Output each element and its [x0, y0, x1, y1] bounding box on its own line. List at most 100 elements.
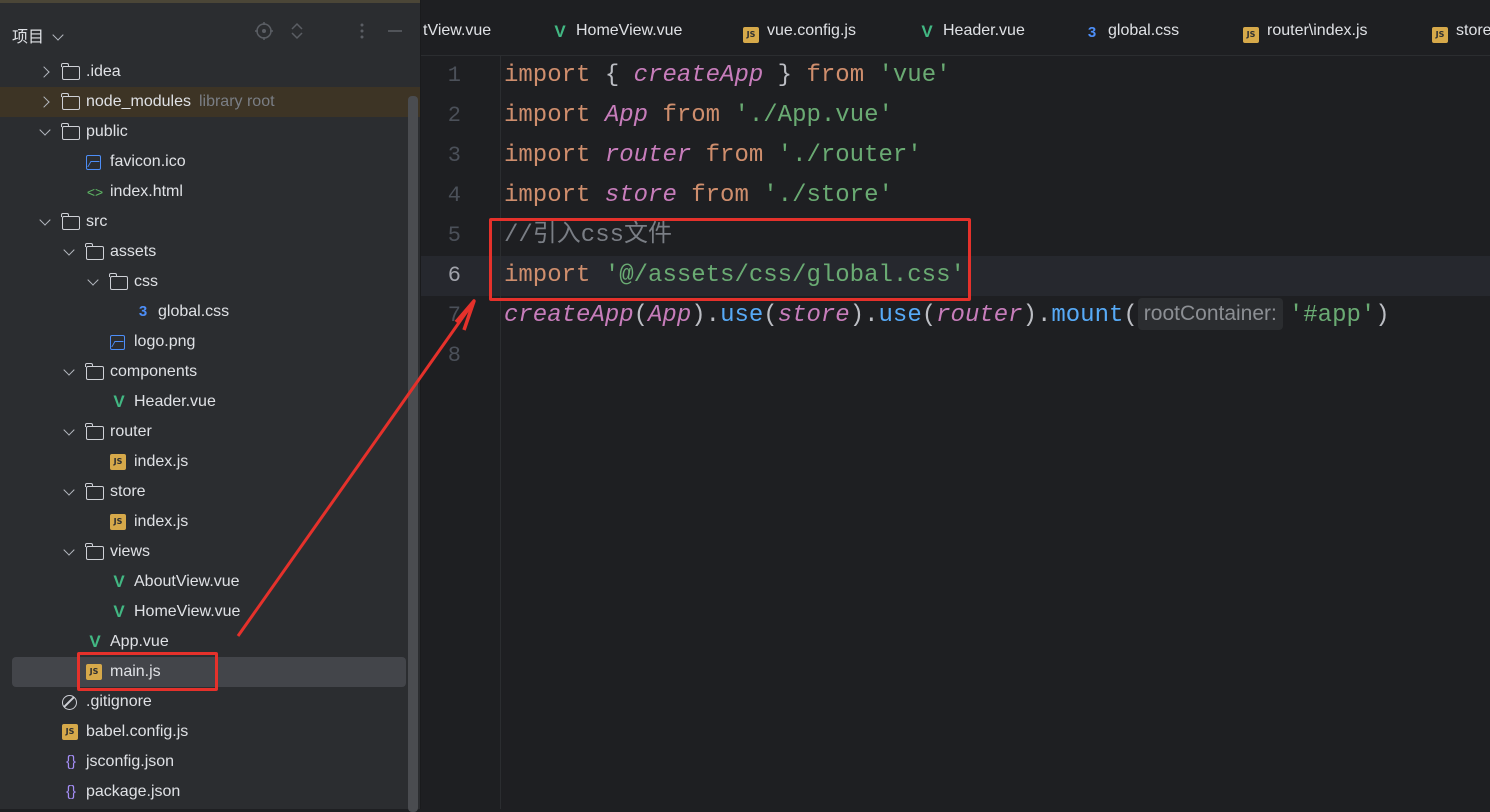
tree-folder-row[interactable]: public — [0, 117, 421, 147]
html-file-icon: <> — [86, 184, 104, 200]
tree-folder-row[interactable]: .idea — [0, 57, 421, 87]
editor-tab[interactable]: 3 global.css — [1084, 3, 1179, 55]
tree-folder-row[interactable]: views — [0, 537, 421, 567]
folder-icon — [85, 363, 104, 380]
code-line[interactable]: import store from './store' — [504, 176, 893, 216]
tree-item-text: index.html — [110, 177, 183, 207]
editor-tab[interactable]: tView.vue — [423, 3, 491, 55]
more-options-icon[interactable] — [352, 21, 372, 41]
tree-file-row[interactable]: logo.png — [0, 327, 421, 357]
js-file-icon: JS — [110, 514, 126, 530]
tree-item-label: components — [110, 363, 198, 380]
folder-icon — [85, 423, 104, 440]
tree-file-row[interactable]: .gitignore — [0, 687, 421, 717]
editor-tab-bar: tView.vue V HomeView.vue JS vue.config.js V He… — [421, 3, 1490, 56]
tree-file-row[interactable]: V Header.vue — [0, 387, 421, 417]
project-tree: .idea node_modules library root public favic… — [0, 57, 421, 807]
folder-icon — [85, 543, 104, 560]
chevron-down-icon[interactable] — [38, 207, 52, 237]
chevron-down-icon[interactable] — [62, 537, 76, 567]
code-token: mount — [1051, 302, 1124, 329]
tree-file-row[interactable]: V AboutView.vue — [0, 567, 421, 597]
tree-folder-row[interactable]: node_modules library root — [0, 87, 421, 117]
tree-item-label: package.json — [86, 783, 181, 800]
code-token: use — [720, 302, 764, 329]
code-token: ( — [763, 302, 778, 329]
tab-label: vue.config.js — [767, 22, 856, 39]
image-file-icon — [86, 155, 101, 170]
code-token: ). — [691, 302, 721, 329]
vue-file-icon: V — [89, 632, 101, 651]
tree-file-row[interactable]: {} package.json — [0, 777, 421, 807]
tree-item-label: logo.png — [134, 333, 196, 350]
chevron-down-icon[interactable] — [62, 477, 76, 507]
editor-tab[interactable]: JS router\index.js — [1243, 3, 1368, 55]
line-number: 5 — [447, 223, 461, 248]
tree-item-label: global.css — [158, 303, 230, 320]
tree-scrollbar[interactable] — [408, 96, 418, 812]
code-token: './router' — [777, 142, 922, 169]
css-file-icon: 3 — [138, 303, 148, 320]
editor-tab[interactable]: V Header.vue — [919, 3, 1025, 55]
tree-file-row[interactable]: {} jsconfig.json — [0, 747, 421, 777]
code-token: ( — [633, 302, 649, 329]
vue-file-icon: V — [113, 572, 125, 591]
ignore-file-icon — [62, 695, 77, 710]
locate-icon[interactable] — [254, 21, 274, 41]
chevron-down-icon[interactable] — [62, 417, 76, 447]
js-file-icon: JS — [743, 27, 759, 43]
code-line[interactable]: createApp(App).use(store).use(router).mo… — [504, 296, 1390, 336]
chevron-down-icon[interactable] — [38, 117, 52, 147]
chevron-down-icon[interactable] — [86, 267, 100, 297]
expand-collapse-icon[interactable] — [287, 21, 307, 41]
tree-item-label: router — [110, 423, 152, 440]
tree-folder-row[interactable]: store — [0, 477, 421, 507]
tree-file-row[interactable]: JS index.js — [0, 447, 421, 477]
folder-icon — [85, 483, 104, 500]
tree-file-row[interactable]: 3 global.css — [0, 297, 421, 327]
tab-label: global.css — [1108, 22, 1180, 39]
tab-label: tView.vue — [423, 22, 492, 39]
project-view-selector[interactable]: 项目 — [12, 23, 64, 47]
chevron-down-icon[interactable] — [62, 237, 76, 267]
tree-item-text: index.js — [134, 447, 188, 477]
vue-file-icon: V — [113, 602, 125, 621]
code-line[interactable]: import { createApp } from 'vue' — [504, 56, 951, 96]
tree-folder-row[interactable]: components — [0, 357, 421, 387]
code-token: createApp — [633, 62, 764, 89]
hide-icon[interactable] — [385, 21, 405, 41]
line-number: 1 — [447, 63, 461, 88]
code-token: use — [878, 302, 922, 329]
gutter-separator — [500, 56, 501, 809]
tree-folder-row[interactable]: src — [0, 207, 421, 237]
tree-item-label: index.js — [134, 453, 189, 470]
vue-file-icon: V — [113, 392, 125, 411]
code-line[interactable]: import App from './App.vue' — [504, 96, 893, 136]
tree-file-row[interactable]: JS index.js — [0, 507, 421, 537]
chevron-right-icon[interactable] — [38, 57, 52, 87]
project-panel-header: 项目 — [0, 3, 421, 61]
tree-item-label: node_modules — [86, 93, 191, 110]
line-number: 6 — [447, 263, 461, 288]
chevron-down-icon[interactable] — [62, 357, 76, 387]
code-token: router — [604, 142, 692, 169]
editor-tab[interactable]: V HomeView.vue — [552, 3, 682, 55]
tree-folder-row[interactable]: router — [0, 417, 421, 447]
editor-tab[interactable]: JS store — [1432, 3, 1490, 55]
tree-file-row[interactable]: <> index.html — [0, 177, 421, 207]
tree-file-row[interactable]: V HomeView.vue — [0, 597, 421, 627]
code-line[interactable]: import router from './router' — [504, 136, 922, 176]
tree-item-text: HomeView.vue — [134, 597, 240, 627]
tree-file-row[interactable]: JS babel.config.js — [0, 717, 421, 747]
tab-label: HomeView.vue — [576, 22, 683, 39]
tree-file-row[interactable]: favicon.ico — [0, 147, 421, 177]
editor-tab[interactable]: JS vue.config.js — [743, 3, 856, 55]
tree-folder-row[interactable]: assets — [0, 237, 421, 267]
chevron-right-icon[interactable] — [38, 87, 52, 117]
tree-item-text: views — [110, 537, 150, 567]
tree-folder-row[interactable]: css — [0, 267, 421, 297]
